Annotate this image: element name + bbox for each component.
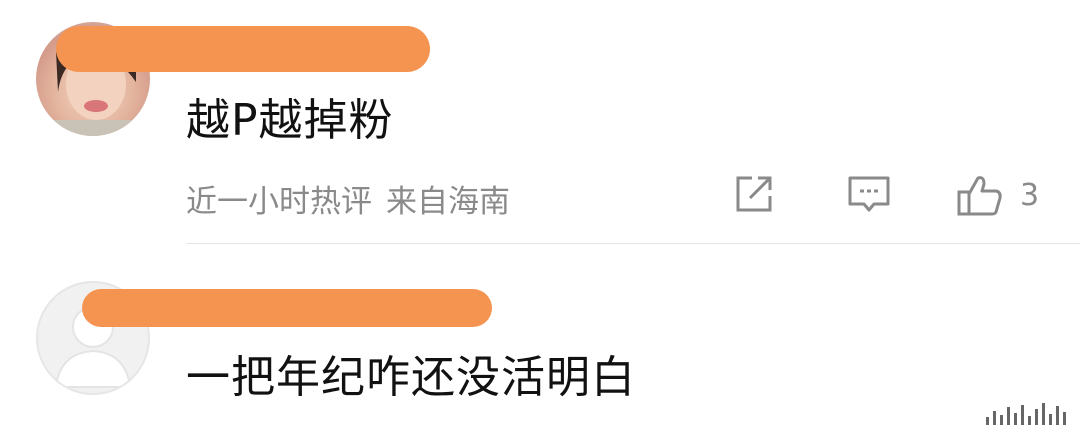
comment-item: 越P越掉粉 近一小时热评 来自海南 3	[0, 0, 1080, 245]
divider	[186, 243, 1080, 244]
thumbs-up-icon	[957, 176, 1002, 216]
username-redaction	[82, 289, 492, 327]
reply-button[interactable]	[846, 172, 892, 216]
share-icon	[736, 176, 772, 212]
watermark	[866, 399, 1066, 425]
like-button[interactable]: 3	[956, 172, 1039, 218]
comment-text: 一把年纪咋还没活明白	[186, 352, 636, 403]
comment-text: 越P越掉粉	[186, 95, 394, 146]
username-redaction	[56, 26, 430, 72]
comment-location: 来自海南	[386, 184, 510, 220]
comment-icon	[848, 176, 890, 212]
like-count: 3	[1020, 177, 1040, 213]
comment-meta: 近一小时热评 来自海南	[186, 176, 510, 221]
comment-time: 近一小时热评	[186, 184, 372, 220]
share-button[interactable]	[732, 172, 776, 216]
